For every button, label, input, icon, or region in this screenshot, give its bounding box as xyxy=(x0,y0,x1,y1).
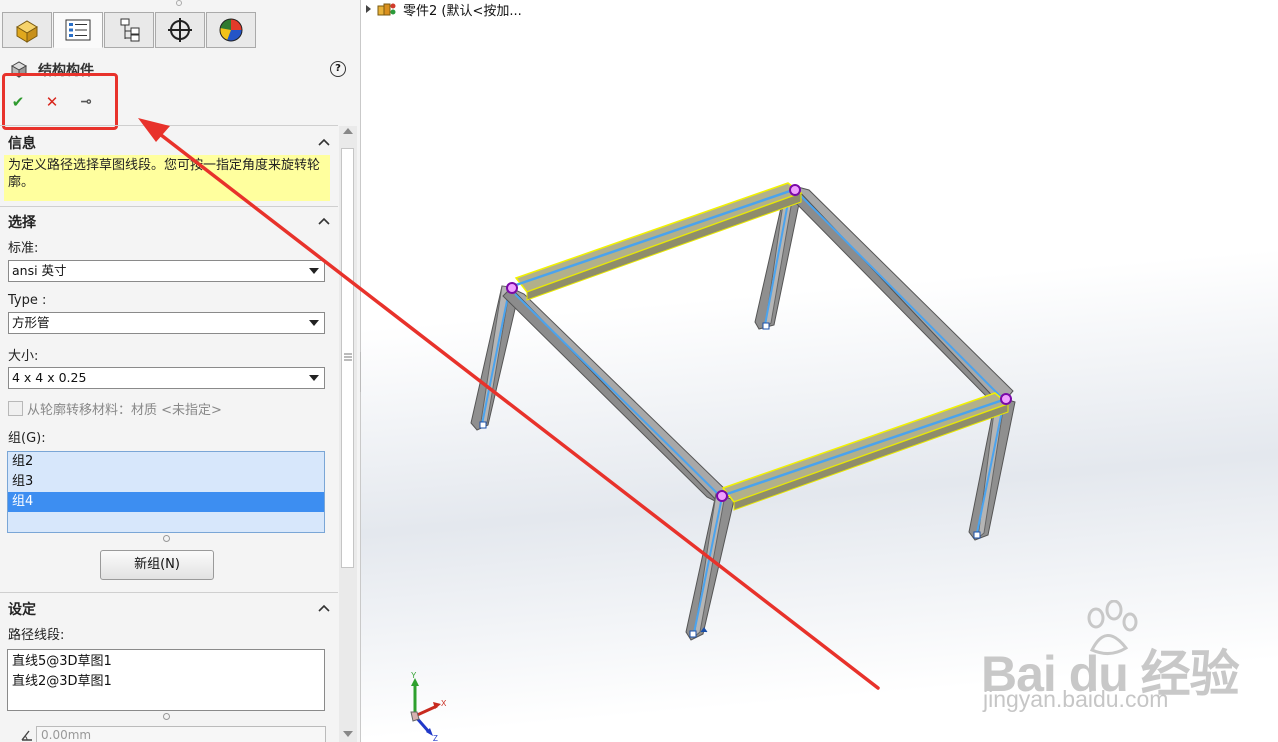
path-segment-item[interactable]: 直线5@3D草图1 xyxy=(8,652,324,672)
tab-display-manager[interactable] xyxy=(206,12,256,48)
type-label: Type : xyxy=(8,293,47,308)
type-select[interactable]: 方形管 xyxy=(8,312,325,334)
triad-x-label: X xyxy=(441,699,447,708)
watermark-url: jingyan.baidu.com xyxy=(983,686,1169,712)
settings-section-heading[interactable]: 设定 xyxy=(8,599,36,619)
tab-property-manager[interactable] xyxy=(53,12,103,48)
path-segments-label: 路径线段: xyxy=(8,628,65,643)
scroll-up-arrow-icon[interactable] xyxy=(343,128,353,134)
selection-section-heading[interactable]: 选择 xyxy=(8,212,36,232)
scroll-down-arrow-icon[interactable] xyxy=(343,731,353,737)
tab-feature-manager[interactable] xyxy=(2,12,52,48)
manager-tab-bar xyxy=(2,12,257,49)
annotation-highlight-box xyxy=(2,73,118,130)
standard-select-value: ansi 英寸 xyxy=(12,263,67,278)
chevron-down-icon xyxy=(309,268,319,274)
material-transfer-label: 从轮廓转移材料：材质 <未指定> xyxy=(27,403,222,418)
tab-configuration-manager[interactable] xyxy=(104,12,154,48)
beam-front-selected[interactable] xyxy=(720,392,1010,511)
triad-y-label: Y xyxy=(411,672,417,680)
display-manager-icon xyxy=(219,18,243,42)
size-select-value: 4 x 4 x 0.25 xyxy=(12,370,87,385)
tab-dimxpert-manager[interactable] xyxy=(155,12,205,48)
section-divider xyxy=(0,592,338,593)
size-select[interactable]: 4 x 4 x 0.25 xyxy=(8,367,325,389)
dimxpert-icon xyxy=(168,18,192,42)
property-manager-icon xyxy=(65,19,91,41)
beam-back-selected[interactable] xyxy=(512,182,803,301)
help-icon[interactable]: ? xyxy=(330,61,346,77)
graphics-area[interactable]: 零件2 (默认<按加... Y X Z Bai du 经验 jingyan.ba… xyxy=(361,0,1278,742)
leg-front[interactable] xyxy=(685,493,735,641)
group-label: 组(G): xyxy=(8,431,46,446)
panel-scrollbar[interactable] xyxy=(339,126,357,742)
triad-z-label: Z xyxy=(433,734,438,742)
rotation-angle-input[interactable]: 0.00mm xyxy=(36,726,326,742)
group-list-item[interactable]: 组2 xyxy=(8,452,324,472)
beam-front-left[interactable] xyxy=(502,287,732,504)
group-list-item-selected[interactable]: 组4 xyxy=(8,492,324,512)
standard-select[interactable]: ansi 英寸 xyxy=(8,260,325,282)
info-message: 为定义路径选择草图线段。您可按一指定角度来旋转轮廓。 xyxy=(4,155,330,201)
material-transfer-checkbox[interactable] xyxy=(8,401,23,416)
standard-label: 标准: xyxy=(8,241,39,256)
angle-icon xyxy=(21,730,32,741)
baidu-watermark: Bai du 经验 jingyan.baidu.com xyxy=(981,600,1261,720)
reference-triad-icon: Y X Z xyxy=(410,672,447,742)
path-segment-item[interactable]: 直线2@3D草图1 xyxy=(8,672,324,692)
configuration-manager-icon xyxy=(120,18,140,42)
group-list[interactable]: 组2 组3 组4 xyxy=(7,451,325,533)
beam-back-right[interactable] xyxy=(784,185,1014,406)
collapse-chevron-icon[interactable] xyxy=(318,603,330,613)
section-divider xyxy=(0,125,338,126)
part-icon xyxy=(16,20,38,43)
size-label: 大小: xyxy=(8,349,39,364)
new-group-button[interactable]: 新组(N) xyxy=(100,550,214,580)
type-select-value: 方形管 xyxy=(12,315,50,330)
chevron-down-icon xyxy=(309,320,319,326)
info-section-heading[interactable]: 信息 xyxy=(8,133,36,153)
list-resize-grip[interactable] xyxy=(163,713,170,720)
panel-top-grip[interactable] xyxy=(176,0,182,6)
chevron-down-icon xyxy=(309,375,319,381)
leg-left[interactable] xyxy=(470,285,520,431)
property-manager-panel: 结构构件 ? ✔ ✕ ⊸ 信息 为定义路径选择草图线段。您可按一指定角度来旋转轮… xyxy=(0,0,361,742)
scroll-grip-icon xyxy=(344,353,352,361)
list-resize-grip[interactable] xyxy=(163,535,170,542)
collapse-chevron-icon[interactable] xyxy=(318,137,330,147)
section-divider xyxy=(0,206,338,207)
group-list-item[interactable]: 组3 xyxy=(8,472,324,492)
collapse-chevron-icon[interactable] xyxy=(318,216,330,226)
sketch-endpoint-markers[interactable] xyxy=(506,184,1012,633)
material-transfer-option: 从轮廓转移材料：材质 <未指定> xyxy=(8,399,222,418)
path-segments-list[interactable]: 直线5@3D草图1 直线2@3D草图1 xyxy=(7,649,325,711)
